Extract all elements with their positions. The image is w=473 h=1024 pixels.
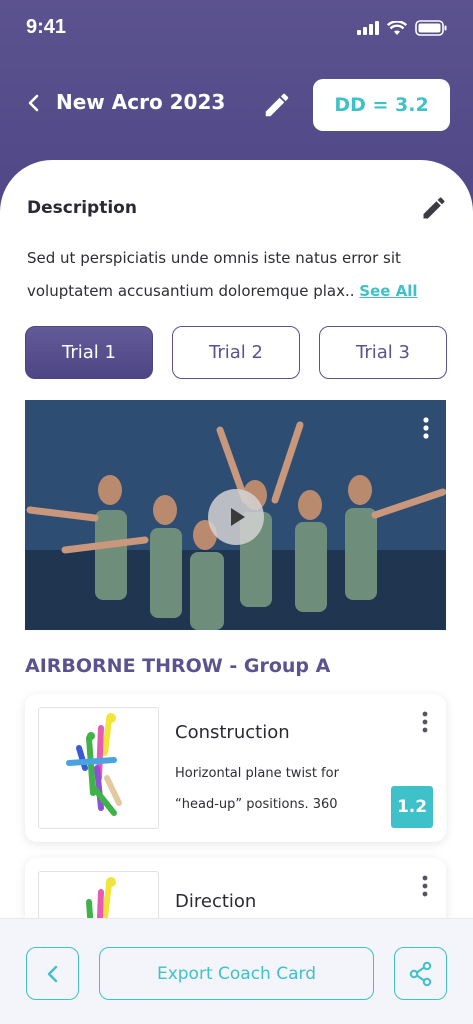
description-heading: Description (27, 198, 137, 218)
dd-badge: DD = 3.2 (313, 79, 450, 131)
description-text: Sed ut perspiciatis unde omnis iste natu… (27, 242, 447, 308)
top-nav: New Acro 2023 DD = 3.2 (0, 76, 473, 132)
card-description-line-1: Horizontal plane twist for (175, 766, 339, 781)
status-icons (357, 20, 447, 36)
signal-icon (357, 21, 379, 35)
card-more-button[interactable] (420, 710, 430, 734)
card-title: Direction (175, 891, 257, 912)
back-button[interactable] (20, 88, 50, 118)
edit-title-button[interactable] (262, 90, 294, 122)
pencil-icon (265, 93, 289, 117)
tab-trial-2[interactable]: Trial 2 (172, 326, 300, 379)
more-vertical-icon (422, 875, 428, 897)
element-card[interactable]: Construction Horizontal plane twist for … (25, 694, 446, 842)
edit-description-button[interactable] (420, 194, 450, 224)
dd-value: DD = 3.2 (334, 94, 429, 116)
tab-trial-3[interactable]: Trial 3 (319, 326, 447, 379)
video-more-button[interactable] (420, 416, 432, 440)
section-title: AIRBORNE THROW - Group A (25, 655, 331, 677)
tab-trial-1[interactable]: Trial 1 (25, 326, 153, 379)
see-all-link[interactable]: See All (359, 282, 417, 300)
battery-icon (415, 20, 447, 36)
more-vertical-icon (423, 417, 429, 439)
previous-button[interactable] (26, 947, 79, 1000)
status-bar: 9:41 (0, 0, 473, 56)
card-description-line-2: “head-up” positions. 360 (175, 797, 338, 812)
share-icon (409, 961, 431, 986)
export-coach-card-button[interactable]: Export Coach Card (99, 947, 374, 1000)
card-description: Horizontal plane twist for “head-up” pos… (175, 758, 390, 820)
more-vertical-icon (422, 711, 428, 733)
video-player[interactable] (25, 400, 446, 630)
wifi-icon (387, 20, 407, 35)
bottom-action-bar: Export Coach Card (0, 918, 473, 1024)
description-body: Sed ut perspiciatis unde omnis iste natu… (27, 249, 401, 300)
card-more-button[interactable] (420, 874, 430, 898)
play-button[interactable] (208, 489, 264, 545)
play-icon (231, 508, 245, 526)
figure-diagram-icon (66, 713, 122, 816)
page-title: New Acro 2023 (56, 90, 226, 114)
status-time: 9:41 (26, 16, 67, 38)
element-diagram (38, 707, 159, 829)
share-button[interactable] (394, 947, 447, 1000)
pencil-icon (423, 197, 445, 219)
chevron-left-icon (47, 965, 57, 982)
score-badge: 1.2 (391, 786, 433, 828)
trial-tabs: Trial 1 Trial 2 Trial 3 (25, 326, 447, 379)
card-title: Construction (175, 722, 290, 743)
chevron-left-icon (28, 94, 39, 112)
